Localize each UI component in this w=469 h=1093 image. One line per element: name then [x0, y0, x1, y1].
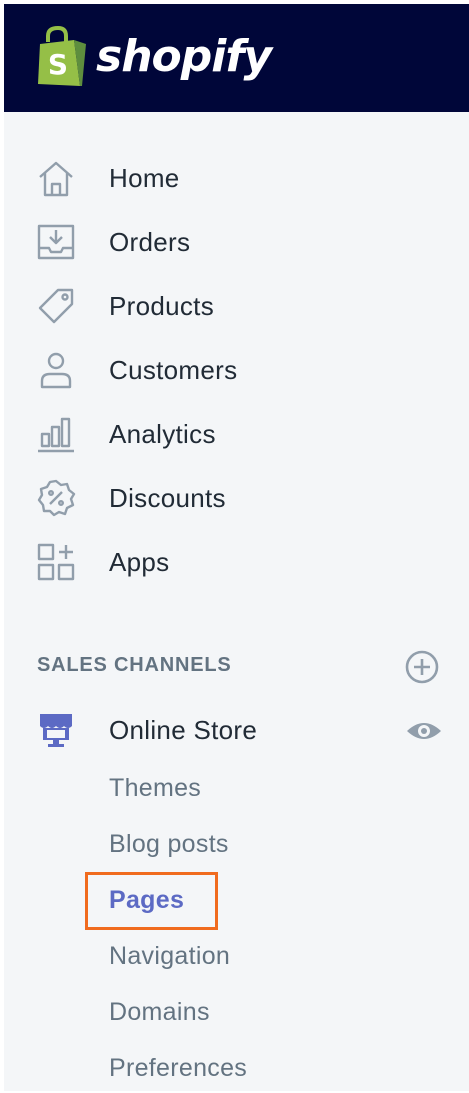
tag-icon [34, 284, 78, 328]
subnav-item-navigation[interactable]: Navigation [109, 942, 230, 971]
nav-label-customers: Customers [109, 354, 238, 385]
person-icon [34, 348, 78, 392]
nav-item-home[interactable]: Home [4, 152, 469, 204]
nav-item-online-store[interactable]: Online Store [4, 704, 469, 756]
nav-label-apps: Apps [109, 546, 170, 577]
sidebar-frame: S shopify Home Orders Products Customers… [4, 4, 469, 1091]
eye-icon[interactable] [404, 713, 444, 749]
nav-item-customers[interactable]: Customers [4, 344, 469, 396]
subnav-item-blog-posts[interactable]: Blog posts [109, 830, 229, 859]
subnav-item-themes[interactable]: Themes [109, 774, 201, 803]
plus-circle-icon[interactable] [404, 649, 440, 685]
subnav-item-preferences[interactable]: Preferences [109, 1054, 247, 1083]
nav-item-discounts[interactable]: Discounts [4, 472, 469, 524]
nav-item-products[interactable]: Products [4, 280, 469, 332]
home-icon [34, 156, 78, 200]
nav-label-home: Home [109, 162, 180, 193]
nav-label-analytics: Analytics [109, 418, 216, 449]
shopify-bag-icon: S [38, 25, 86, 86]
sales-channels-heading: SALES CHANNELS [37, 654, 232, 676]
nav-label-products: Products [109, 290, 215, 321]
nav-label-orders: Orders [109, 226, 191, 257]
top-bar: S shopify [4, 4, 469, 112]
brand-wordmark[interactable]: shopify [96, 30, 272, 84]
orders-icon [34, 220, 78, 264]
nav-item-orders[interactable]: Orders [4, 216, 469, 268]
bar-chart-icon [34, 412, 78, 456]
pages-highlight-box [85, 872, 218, 930]
storefront-icon [34, 708, 78, 752]
svg-text:S: S [48, 48, 68, 81]
subnav-item-domains[interactable]: Domains [109, 998, 210, 1027]
apps-grid-icon [34, 540, 78, 584]
nav-label-online-store: Online Store [109, 714, 258, 745]
discount-badge-icon [34, 476, 78, 520]
nav-item-apps[interactable]: Apps [4, 536, 469, 588]
nav-label-discounts: Discounts [109, 482, 226, 513]
nav-item-analytics[interactable]: Analytics [4, 408, 469, 460]
